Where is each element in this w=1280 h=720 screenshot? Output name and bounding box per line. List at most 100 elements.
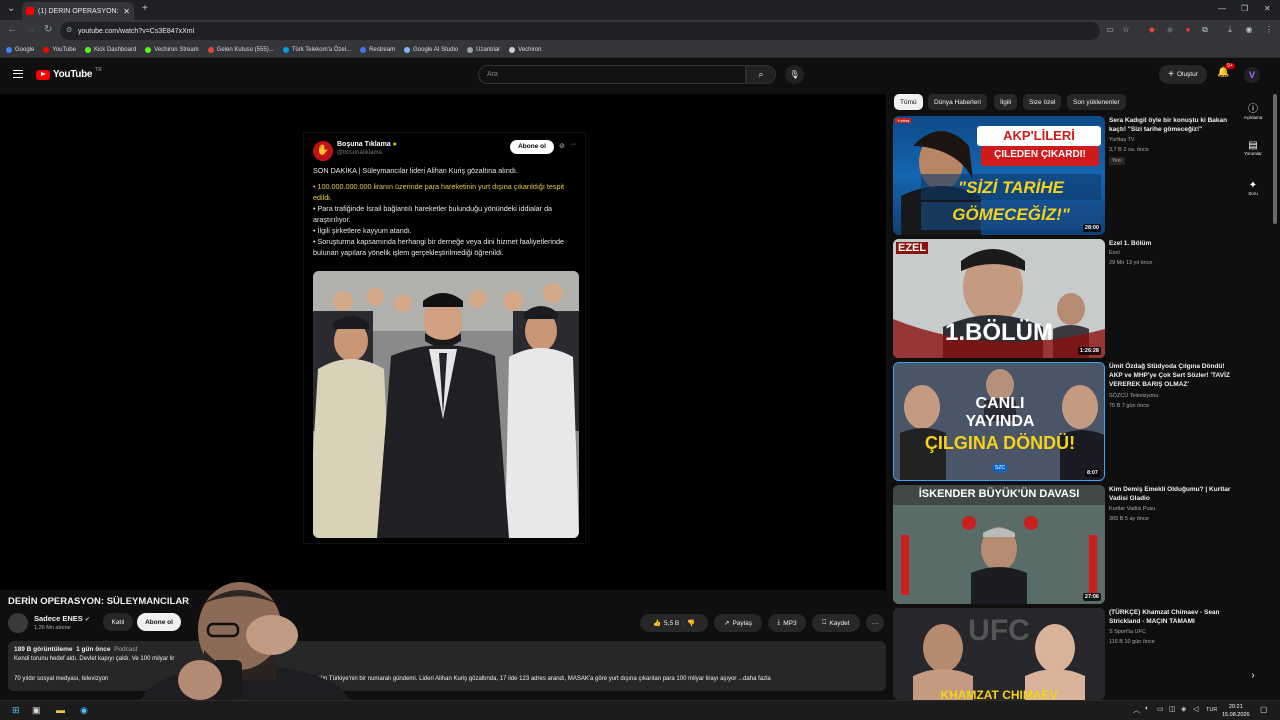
chip-world-news[interactable]: Dünya Haberleri	[928, 94, 987, 110]
chip-all[interactable]: Tümü	[894, 94, 923, 110]
video-thumbnail[interactable]: Yurttaş AKP'LİLERİ ÇILEDEN ÇIKARDI! "SİZ…	[893, 116, 1105, 235]
bookmark-item[interactable]: Google	[6, 46, 34, 53]
mp3-button[interactable]: ⤓ MP3	[768, 614, 806, 632]
scrollbar[interactable]	[1273, 94, 1277, 224]
bookmark-label: Gelen Kutusu (555)...	[216, 46, 274, 53]
notification-center-icon[interactable]: ▢	[1260, 705, 1268, 714]
recommendation-title[interactable]: Kim Demiş Emekli Olduğumu? | Kurtlar Vad…	[1109, 485, 1233, 503]
menu-icon[interactable]: ⋮	[1264, 25, 1274, 35]
bookmark-item[interactable]: Uzantılar	[467, 46, 500, 53]
thumbnail-text: İSKENDER BÜYÜK'ÜN DAVASI	[918, 488, 1080, 500]
bookmark-item[interactable]: Restream	[360, 46, 395, 53]
tab-search-icon[interactable]: ⌄	[7, 3, 15, 14]
close-tab-icon[interactable]: ✕	[123, 7, 130, 16]
duration-badge: 1:26:28	[1078, 347, 1101, 355]
bookmark-item[interactable]: Türk Telekom'a Özel...	[282, 46, 351, 53]
side-rail-ask[interactable]: ✦ Soru	[1241, 180, 1265, 196]
chip-recently-uploaded[interactable]: Son yüklenenler	[1067, 94, 1126, 110]
search-input[interactable]: Ara	[478, 65, 746, 84]
recommendation-channel[interactable]: Ezel	[1109, 250, 1120, 256]
chip-for-you[interactable]: Size özel	[1023, 94, 1062, 110]
language-indicator[interactable]: TUR	[1206, 707, 1217, 713]
browser-toolbar: ← → ↻ ⚙ youtube.com/watch?v=Cs3E847xXmI …	[0, 20, 1280, 42]
next-arrow-button[interactable]: ›	[1241, 670, 1265, 681]
youtube-logo[interactable]: YouTube TR	[36, 67, 102, 80]
thumbnail-text: YAYINDA	[965, 413, 1035, 430]
recommendation-title[interactable]: Sera Kadıgil öyle bir konuştu ki Bakan k…	[1109, 116, 1233, 134]
voice-search-button[interactable]: 🎙	[785, 65, 804, 84]
side-rail-comments[interactable]: ▤ Yorumlar	[1241, 140, 1265, 156]
profile-icon[interactable]: ◉	[1244, 25, 1254, 35]
video-thumbnail[interactable]: UFC KHAMZAT CHIMAEV	[893, 608, 1105, 700]
search-button[interactable]: ⌕	[746, 65, 776, 84]
recommendation-channel[interactable]: Kurtlar Vadisi Pusu	[1109, 506, 1155, 512]
new-tab-icon[interactable]: +	[142, 3, 148, 14]
extensions-puzzle-icon[interactable]: ⧉	[1200, 25, 1210, 35]
video-player[interactable]: ✋ Boşuna Tıklama ● @bosunatiklama Abone …	[0, 94, 886, 590]
tray-app-icon[interactable]: ◈	[1181, 705, 1186, 713]
close-window-icon[interactable]: ✕	[1264, 4, 1271, 13]
channel-name[interactable]: Sadece ENES ✔	[34, 614, 90, 623]
site-info-icon[interactable]: ⚙	[66, 26, 72, 34]
like-button[interactable]: 👍 5,5 B	[653, 619, 679, 628]
recommendation-meta: 365 B 5 ay önce	[1109, 516, 1149, 522]
more-actions-button[interactable]: ···	[866, 614, 884, 632]
file-explorer-icon[interactable]: ▬	[56, 705, 65, 715]
tray-chevron-icon[interactable]: ︿	[1133, 705, 1140, 715]
recommendation-channel[interactable]: S Sport'ta UFC	[1109, 629, 1146, 635]
recommendation-title[interactable]: Ümit Özdağ Stüdyoda Çılgına Döndü! AKP v…	[1109, 362, 1233, 389]
side-rail-description[interactable]: ⓘ Açıklama	[1241, 100, 1265, 120]
subscriber-count: 1,26 Mn abone	[34, 625, 71, 631]
back-icon[interactable]: ←	[7, 24, 17, 35]
recommendation-title[interactable]: (TÜRKÇE) Khamzat Chimaev - Sean Strickla…	[1109, 608, 1233, 626]
recommendation-channel[interactable]: SÖZCÜ Televizyonu	[1109, 393, 1158, 399]
video-thumbnail[interactable]: EZEL 1.BÖLÜM 1:26:28	[893, 239, 1105, 358]
system-clock[interactable]: 20:21 15.08.2026	[1222, 703, 1250, 719]
maximize-icon[interactable]: ❐	[1241, 4, 1248, 13]
dislike-button[interactable]: 👎	[687, 619, 695, 627]
minimize-icon[interactable]: —	[1218, 4, 1226, 13]
bookmark-item[interactable]: Gelen Kutusu (555)...	[207, 46, 274, 53]
extension-icon[interactable]: ●	[1183, 25, 1193, 35]
start-menu-icon[interactable]: ⊞	[12, 705, 20, 716]
bookmark-item[interactable]: Vechiron	[509, 46, 542, 53]
bookmark-star-icon[interactable]: ☆	[1121, 25, 1131, 35]
recommendation-channel[interactable]: Yurttaş TV	[1109, 137, 1135, 143]
save-button[interactable]: ⎕ Kaydet	[812, 614, 860, 632]
bookmark-item[interactable]: Google AI Studio	[404, 46, 458, 53]
thumbnail-big-text: "SİZİ TARİHE GÖMECEĞİZ!"	[952, 178, 1070, 224]
task-view-icon[interactable]: ▣	[32, 705, 41, 716]
chip-related[interactable]: İlgili	[994, 94, 1018, 110]
address-bar[interactable]: ⚙ youtube.com/watch?v=Cs3E847xXmI	[60, 22, 1100, 40]
account-avatar[interactable]: V	[1244, 67, 1260, 83]
bookmark-item[interactable]: YouTube	[43, 46, 76, 53]
bookmark-item[interactable]: Kick Dashboard	[84, 46, 136, 53]
thumbnail-text: CANLI	[975, 395, 1025, 412]
bookmark-item[interactable]: Vechiron Stream	[145, 46, 199, 53]
tray-app-icon[interactable]: ▭	[1157, 705, 1164, 713]
bookmark-label: YouTube	[52, 46, 76, 53]
video-thumbnail[interactable]: CANLI YAYINDA ÇILGINA DÖNDÜ! SZC 8:07	[893, 362, 1105, 481]
recommendation-title[interactable]: Ezel 1. Bölüm	[1109, 239, 1233, 248]
tray-app-icon[interactable]: ◐	[1145, 705, 1149, 712]
cast-icon[interactable]: ▭	[1105, 25, 1115, 35]
video-thumbnail[interactable]: İSKENDER BÜYÜK'ÜN DAVASI 27:06	[893, 485, 1105, 604]
browser-tab[interactable]: (1) DERİN OPERASYON: SÜLEYMANCILAR - You…	[22, 2, 134, 20]
download-icon[interactable]: ⤓	[1225, 25, 1235, 35]
hamburger-menu-icon[interactable]	[13, 70, 23, 78]
description-line: 70 yıldır sosyal medyası, televizyon	[14, 676, 109, 682]
forward-icon[interactable]: →	[26, 24, 36, 35]
network-icon[interactable]: ◫	[1169, 705, 1176, 713]
side-rail-label: Açıklama	[1243, 115, 1263, 120]
create-button[interactable]: + Oluştur	[1159, 65, 1207, 84]
extension-icon[interactable]: ◆	[1165, 25, 1175, 35]
volume-icon[interactable]: ◁	[1193, 705, 1198, 713]
bookmark-favicon-icon	[509, 46, 516, 53]
channel-avatar[interactable]	[8, 613, 28, 633]
tweet-card: ✋ Boşuna Tıklama ● @bosunatiklama Abone …	[303, 132, 586, 544]
mp3-label: MP3	[783, 619, 797, 627]
share-button[interactable]: ↗ Paylaş	[714, 614, 762, 632]
reload-icon[interactable]: ↻	[44, 24, 52, 35]
extension-icon[interactable]: ◆	[1147, 25, 1157, 35]
steam-icon[interactable]: ◉	[80, 705, 88, 716]
